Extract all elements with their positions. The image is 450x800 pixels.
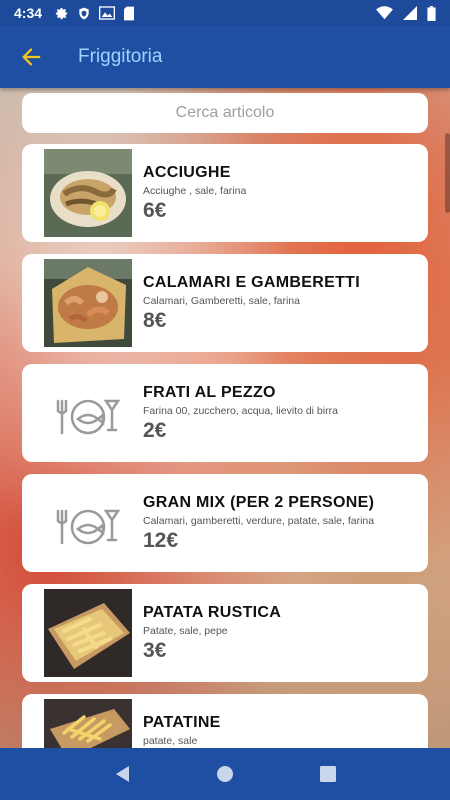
battery-icon [427,5,436,21]
item-name: GRAN MIX (PER 2 PERSONE) [143,494,375,511]
home-circle-icon [216,766,233,782]
item-text: ACCIUGHE Acciughe , sale, farina 6€ [143,164,423,223]
wifi-icon [376,6,393,20]
signal-icon [403,6,417,20]
menu-item-card[interactable]: PATATINE patate, sale [22,694,428,748]
nav-recents-button[interactable] [308,754,348,794]
gear-icon [55,7,68,19]
menu-item-card[interactable]: CALAMARI E GAMBERETTI Calamari, Gamberet… [22,254,428,352]
item-text: CALAMARI E GAMBERETTI Calamari, Gamberet… [143,274,423,333]
item-photo-rustic-fries [44,589,132,677]
menu-item-card[interactable]: GRAN MIX (PER 2 PERSONE) Calamari, gambe… [22,474,428,572]
item-ingredients: patate, sale [143,735,198,747]
item-photo-fries [44,699,132,748]
item-name: PATATINE [143,714,221,731]
search-box[interactable] [22,93,428,133]
item-price: 3€ [143,639,167,662]
item-ingredients: Acciughe , sale, farina [143,185,247,197]
content-area: ACCIUGHE Acciughe , sale, farina 6€ CALA… [0,88,450,748]
nav-home-button[interactable] [205,754,245,794]
status-icons-right [376,5,436,21]
arrow-left-icon [22,48,41,66]
back-button[interactable] [0,26,62,88]
item-ingredients: Calamari, Gamberetti, sale, farina [143,295,300,307]
status-icons-left [54,6,135,21]
item-name: PATATA RUSTICA [143,604,282,621]
item-name: ACCIUGHE [143,164,231,181]
item-photo-squid-shrimp [44,259,132,347]
status-bar: 4:34 [0,0,450,26]
status-time: 4:34 [14,5,43,21]
page-title: Friggitoria [78,46,163,67]
item-ingredients: Calamari, gamberetti, verdure, patate, s… [143,515,375,527]
gallery-icon [99,6,116,20]
item-name: FRATI AL PEZZO [143,384,276,401]
item-text: PATATINE patate, sale [143,714,423,748]
item-photo-anchovies [44,149,132,237]
system-nav-bar [0,748,450,800]
item-price: 2€ [143,419,167,442]
item-text: GRAN MIX (PER 2 PERSONE) Calamari, gambe… [143,494,423,553]
app-bar: Friggitoria [0,26,450,88]
item-text: FRATI AL PEZZO Farina 00, zucchero, acqu… [143,384,423,443]
shield-icon [79,7,89,19]
menu-item-card[interactable]: ACCIUGHE Acciughe , sale, farina 6€ [22,144,428,242]
item-price: 12€ [143,529,179,552]
item-ingredients: Patate, sale, pepe [143,625,228,637]
item-price: 8€ [143,309,167,332]
placeholder-food-icon [44,369,132,457]
item-name: CALAMARI E GAMBERETTI [143,274,360,291]
menu-item-card[interactable]: PATATA RUSTICA Patate, sale, pepe 3€ [22,584,428,682]
sd-card-icon [124,6,135,20]
item-text: PATATA RUSTICA Patate, sale, pepe 3€ [143,604,423,663]
back-triangle-icon [115,766,129,782]
menu-item-card[interactable]: FRATI AL PEZZO Farina 00, zucchero, acqu… [22,364,428,462]
placeholder-food-icon [44,479,132,567]
item-price: 6€ [143,199,167,222]
item-ingredients: Farina 00, zucchero, acqua, lievito di b… [143,405,338,417]
recents-square-icon [320,766,337,782]
nav-back-button[interactable] [102,754,142,794]
search-input[interactable] [22,104,428,122]
